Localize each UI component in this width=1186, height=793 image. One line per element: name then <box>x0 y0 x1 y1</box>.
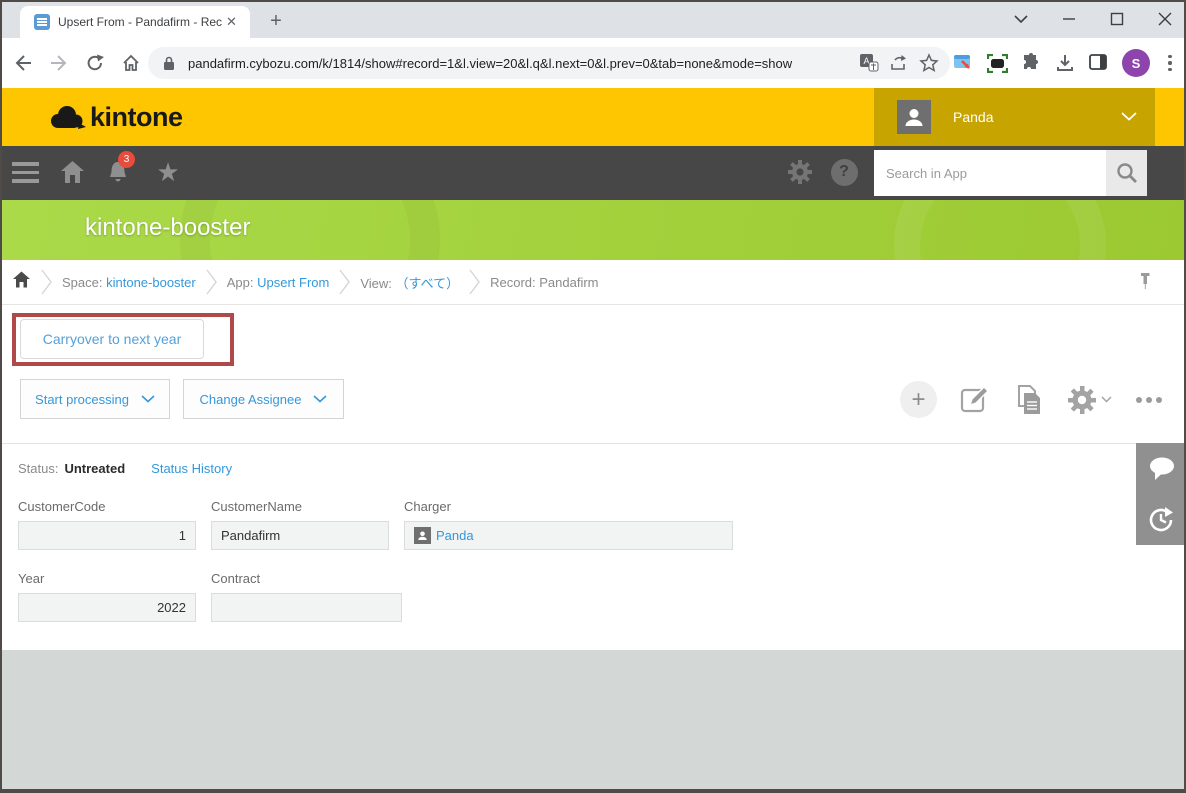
field-value-customercode: 1 <box>18 521 196 550</box>
status-value: Untreated <box>64 461 125 476</box>
app-search <box>874 150 1147 196</box>
field-label-contract: Contract <box>211 571 260 586</box>
extensions-puzzle-icon[interactable] <box>1020 52 1042 74</box>
downloads-icon[interactable] <box>1054 52 1076 74</box>
page-background <box>0 650 1186 793</box>
more-options-icon[interactable] <box>1134 391 1164 409</box>
breadcrumb-app: App: Upsert From <box>227 275 330 290</box>
browser-profile-avatar[interactable]: S <box>1122 49 1150 77</box>
app-settings-button[interactable] <box>1067 385 1112 415</box>
space-title[interactable]: kintone-booster <box>85 214 250 242</box>
breadcrumb-view-link[interactable]: （すべて） <box>396 276 460 291</box>
settings-gear-icon[interactable] <box>786 158 814 186</box>
favorites-star-icon[interactable]: ★ <box>154 158 182 186</box>
menu-hamburger-icon[interactable] <box>12 162 39 188</box>
share-icon[interactable] <box>888 52 910 74</box>
kintone-logo[interactable]: kintone <box>46 102 183 133</box>
chevron-down-icon <box>1101 396 1112 403</box>
user-name: Panda <box>953 109 1121 125</box>
breadcrumb-view: View: （すべて） <box>360 273 459 292</box>
breadcrumb-separator-icon <box>339 269 350 295</box>
status-row: Status: Untreated Status History <box>18 461 232 476</box>
gear-icon <box>1067 385 1097 415</box>
change-assignee-button[interactable]: Change Assignee <box>183 379 344 419</box>
tab-title: Upsert From - Pandafirm - Recor <box>58 15 222 29</box>
translate-icon[interactable]: A <box>858 52 880 74</box>
comments-icon[interactable] <box>1147 455 1175 483</box>
record-side-rail <box>1136 443 1186 545</box>
field-label-year: Year <box>18 571 44 586</box>
kintone-favicon <box>34 14 50 30</box>
notifications-bell-icon[interactable]: 3 <box>104 158 132 186</box>
breadcrumb-space: Space: kintone-booster <box>62 275 196 290</box>
capture-extension-icon[interactable] <box>986 52 1008 74</box>
extensions-area: S <box>952 47 1178 79</box>
charger-user-link[interactable]: Panda <box>414 527 474 544</box>
breadcrumb-separator-icon <box>469 269 480 295</box>
portal-home-icon[interactable] <box>58 158 86 186</box>
chevron-down-icon <box>313 395 327 403</box>
field-label-charger: Charger <box>404 499 451 514</box>
status-label: Status: <box>18 461 58 476</box>
field-value-charger: Panda <box>404 521 733 550</box>
chevron-down-icon <box>141 395 155 403</box>
side-panel-icon[interactable] <box>1088 52 1110 74</box>
breadcrumb-separator-icon <box>41 269 52 295</box>
browser-tabstrip: Upsert From - Pandafirm - Recor ✕ + <box>0 0 1186 38</box>
browser-tab[interactable]: Upsert From - Pandafirm - Recor ✕ <box>20 6 250 38</box>
field-value-customername: Pandafirm <box>211 521 389 550</box>
pin-icon[interactable] <box>1138 272 1152 295</box>
back-icon[interactable] <box>10 50 36 76</box>
address-bar[interactable]: pandafirm.cybozu.com/k/1814/show#record=… <box>148 47 950 79</box>
tab-close-icon[interactable]: ✕ <box>226 14 237 30</box>
change-history-icon[interactable] <box>1147 506 1175 534</box>
field-label-customercode: CustomerCode <box>18 499 105 514</box>
status-history-link[interactable]: Status History <box>151 461 232 476</box>
copy-record-icon[interactable] <box>1013 384 1045 416</box>
user-avatar <box>897 100 931 134</box>
charger-avatar-icon <box>414 527 431 544</box>
kintone-logo-text: kintone <box>90 102 183 133</box>
record-actions: + <box>900 381 1164 418</box>
start-processing-button[interactable]: Start processing <box>20 379 170 419</box>
url-text[interactable]: pandafirm.cybozu.com/k/1814/show#record=… <box>188 56 850 71</box>
breadcrumb-record: Record: Pandafirm <box>490 275 598 290</box>
maximize-button[interactable] <box>1106 8 1128 30</box>
home-icon[interactable] <box>118 50 144 76</box>
field-value-year: 2022 <box>18 593 196 622</box>
kintone-cloud-icon <box>46 103 86 133</box>
breadcrumb-separator-icon <box>206 269 217 295</box>
field-value-contract <box>211 593 402 622</box>
browser-window: Upsert From - Pandafirm - Recor ✕ + pand… <box>0 0 1186 793</box>
close-window-button[interactable] <box>1154 8 1176 30</box>
user-menu[interactable]: Panda <box>874 88 1155 146</box>
record-detail: Status: Untreated Status History Custome… <box>0 443 1186 650</box>
minimize-button[interactable] <box>1058 8 1080 30</box>
lock-icon <box>158 52 180 74</box>
breadcrumb-home-icon[interactable] <box>12 270 31 294</box>
new-tab-button[interactable]: + <box>262 8 290 36</box>
edit-record-icon[interactable] <box>959 384 991 416</box>
carryover-button[interactable]: Carryover to next year <box>20 319 204 359</box>
app-search-input[interactable] <box>874 150 1106 196</box>
breadcrumb-app-link[interactable]: Upsert From <box>257 275 329 290</box>
forward-icon[interactable] <box>46 50 72 76</box>
breadcrumb: Space: kintone-booster App: Upsert From … <box>0 260 1186 305</box>
global-nav: 3 ★ ? <box>0 146 1186 200</box>
tab-search-chevron-icon[interactable] <box>1010 8 1032 30</box>
search-icon[interactable] <box>1106 150 1147 196</box>
help-icon[interactable]: ? <box>830 158 858 186</box>
screenshot-extension-icon[interactable] <box>952 52 974 74</box>
space-banner: kintone-booster <box>0 200 1186 260</box>
add-record-button[interactable]: + <box>900 381 937 418</box>
kintone-header: kintone Panda <box>0 88 1186 146</box>
user-menu-chevron-icon <box>1121 108 1137 126</box>
bookmark-star-icon[interactable] <box>918 52 940 74</box>
field-label-customername: CustomerName <box>211 499 302 514</box>
browser-menu-icon[interactable] <box>1162 55 1178 72</box>
reload-icon[interactable] <box>82 50 108 76</box>
breadcrumb-space-link[interactable]: kintone-booster <box>106 275 196 290</box>
notification-badge: 3 <box>118 151 135 168</box>
